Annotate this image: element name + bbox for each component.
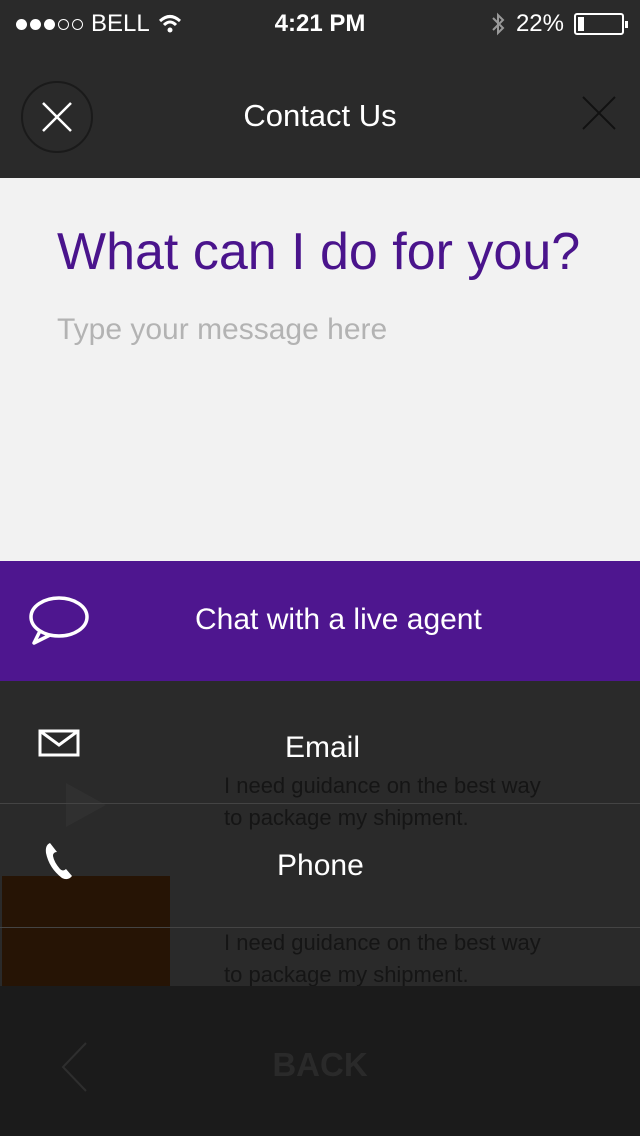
message-input[interactable]	[57, 313, 597, 347]
battery-icon	[574, 13, 628, 35]
status-bar: BELL 4:21 PM 22%	[0, 0, 640, 46]
envelope-icon	[38, 729, 80, 757]
play-icon	[66, 783, 106, 827]
message-compose-panel: What can I do for you?	[0, 178, 640, 561]
page-title: Contact Us	[243, 98, 397, 133]
battery-fill	[578, 17, 585, 31]
chat-button-label: Chat with a live agent	[195, 603, 482, 636]
battery-percent: 22%	[515, 10, 564, 37]
close-icon[interactable]	[580, 94, 618, 132]
chat-bubble-icon	[29, 596, 89, 645]
status-right: 22%	[490, 10, 628, 38]
bluetooth-icon	[492, 12, 505, 36]
chat-live-agent-button[interactable]: Chat with a live agent	[0, 561, 640, 681]
contact-options-list: Email I need guidance on the best way to…	[0, 681, 640, 986]
ghost-text: I need guidance on the best way to packa…	[224, 773, 541, 830]
header-bar: Contact Us	[0, 46, 640, 178]
phone-label: Phone	[277, 849, 364, 882]
footer-bar: BACK	[0, 986, 640, 1136]
back-button[interactable]: BACK	[0, 1046, 640, 1084]
divider	[0, 803, 640, 804]
phone-icon	[45, 843, 72, 880]
email-label: Email	[285, 731, 361, 764]
ghost-text: I need guidance on the best way to packa…	[224, 930, 541, 986]
prompt-heading: What can I do for you?	[57, 223, 581, 281]
divider	[0, 927, 640, 928]
